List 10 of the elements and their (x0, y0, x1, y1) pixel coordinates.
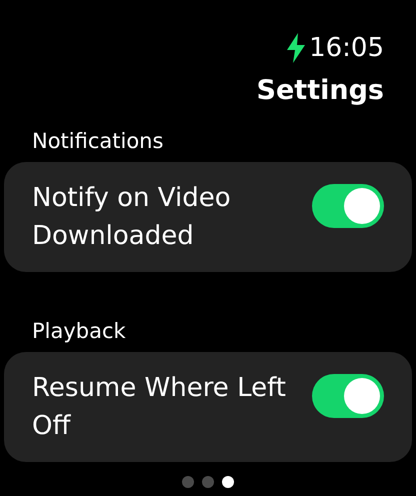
section-header: Playback (31, 318, 127, 344)
setting-label: Resume Where Left Off (32, 372, 287, 443)
setting-label: Notify on Video Downloaded (32, 182, 232, 253)
clock-time: 16:05 (309, 32, 384, 64)
toggle-switch[interactable] (312, 184, 384, 228)
toggle-row[interactable]: Notify on Video Downloaded (4, 162, 412, 272)
section-header: Notifications (31, 128, 164, 154)
page-title: Settings (256, 74, 384, 108)
toggle-switch[interactable] (312, 374, 384, 418)
toggle-row[interactable]: Resume Where Left Off (4, 352, 412, 462)
